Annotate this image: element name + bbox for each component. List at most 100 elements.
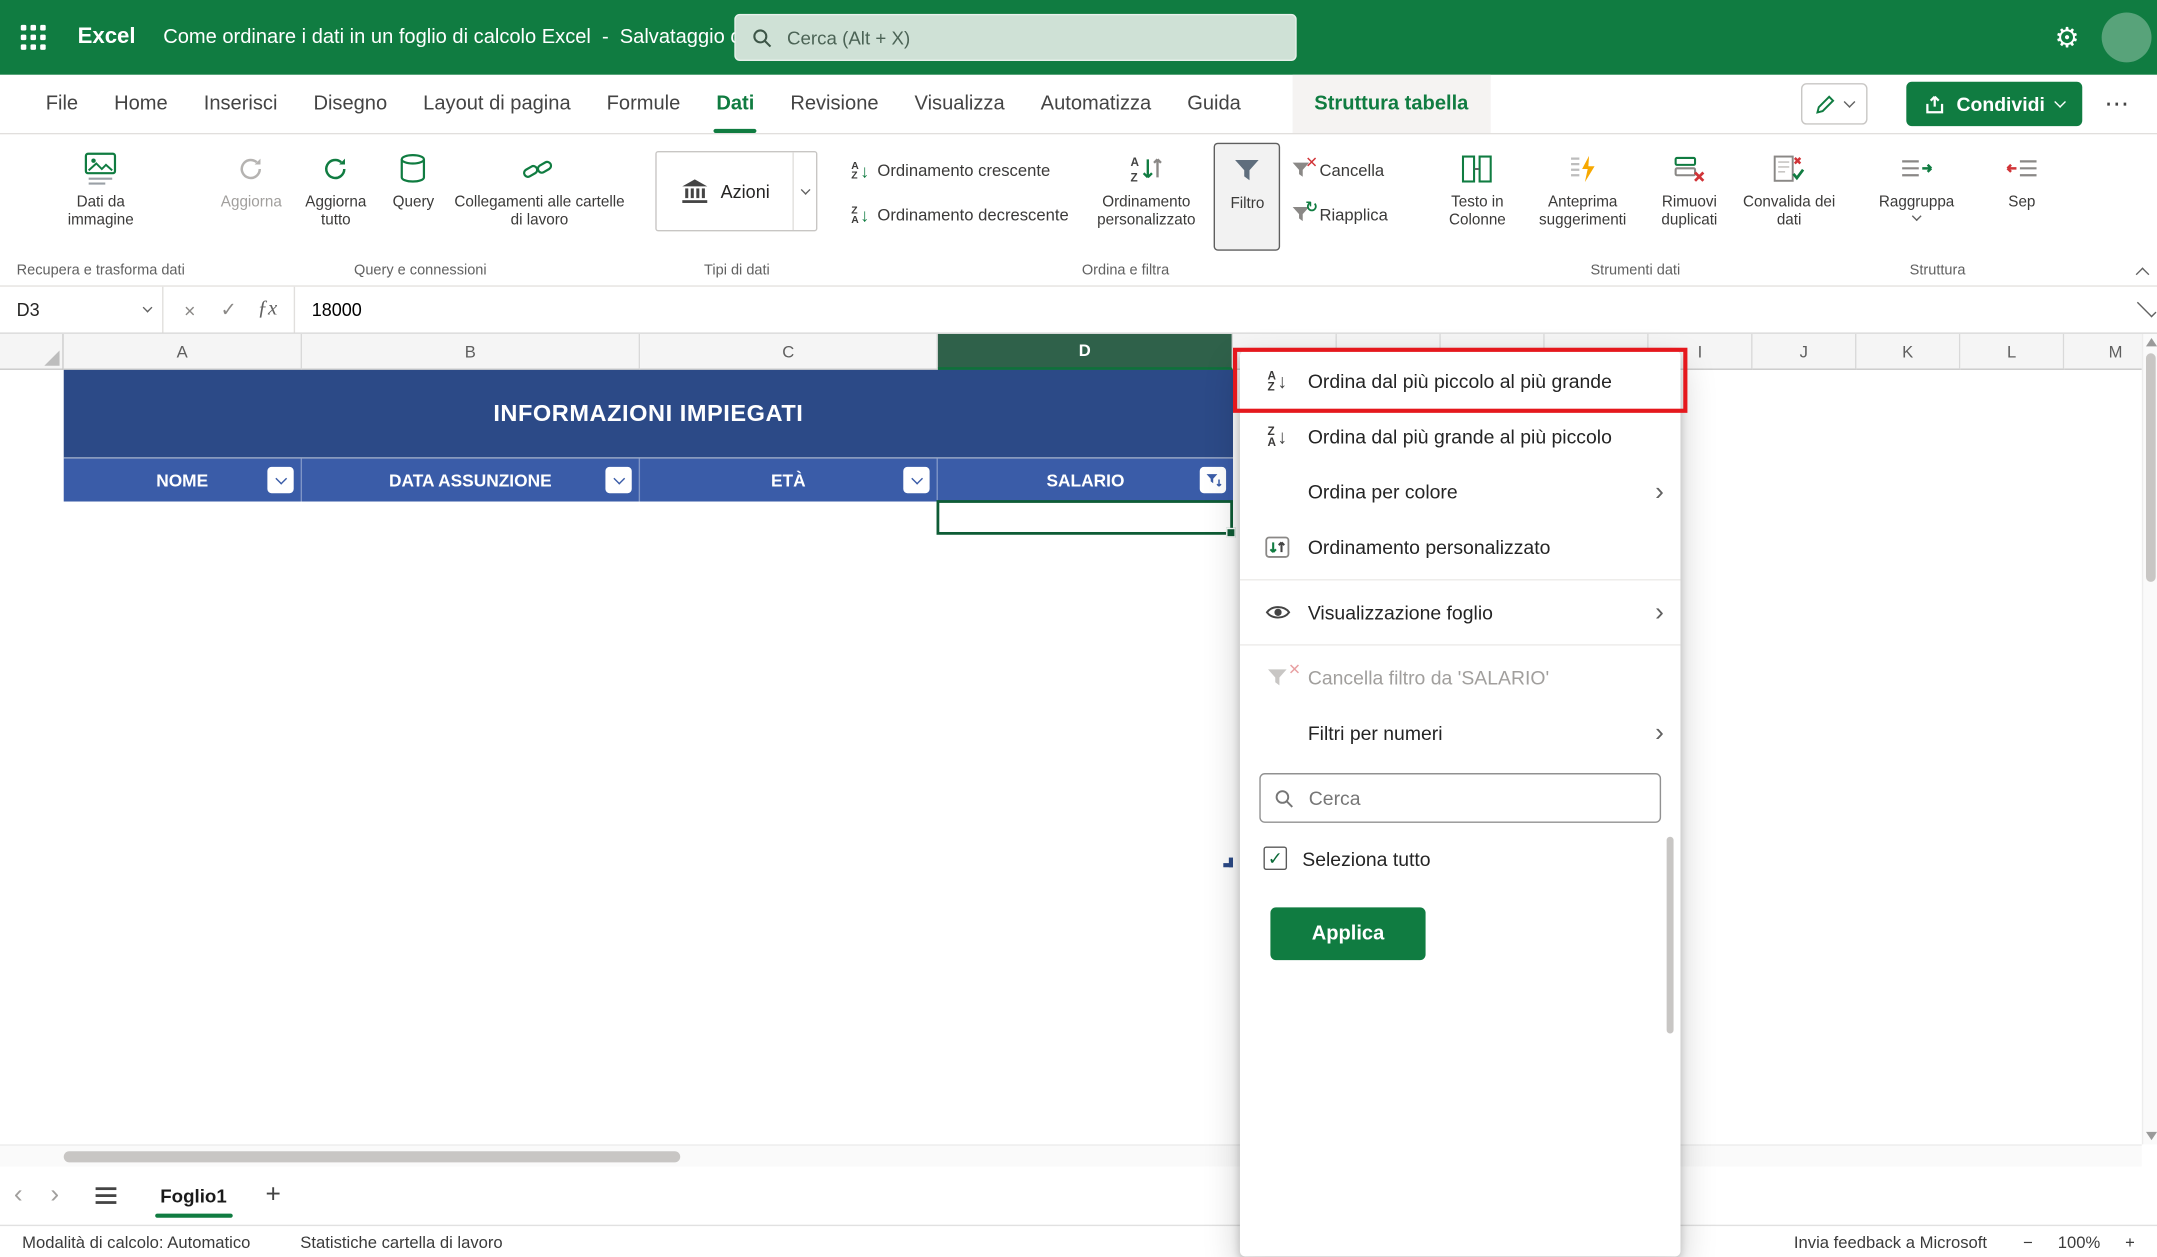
reapply-filter-icon: ↻ [1292,205,1311,224]
employee-table: INFORMAZIONI IMPIEGATI NOME DATA ASSUNZI… [64,370,1233,502]
menu-custom-sort[interactable]: Ordinamento personalizzato [1240,520,1681,575]
column-header-J[interactable]: J [1753,334,1857,370]
filter-dropdown-salario-active[interactable] [1200,467,1226,493]
menu-number-filters[interactable]: Filtri per numeri › [1240,705,1681,760]
azioni-dropdown[interactable] [793,152,817,230]
azioni-button[interactable]: Azioni [657,152,793,230]
zoom-out-button[interactable]: − [2023,1232,2033,1251]
calc-mode-status[interactable]: Modalità di calcolo: Automatico [22,1232,250,1251]
column-header-M[interactable]: M [2064,334,2142,370]
ribbon-dati: Dati da immagine Recupera e trasforma da… [0,134,2157,286]
filter-search-input[interactable] [1306,786,1646,811]
next-sheet-arrow[interactable]: › [36,1180,72,1210]
add-sheet-button[interactable]: + [246,1180,300,1210]
convalida-dati-button[interactable]: Convalida dei dati [1741,143,1838,251]
sheet-tab-foglio1[interactable]: Foglio1 [141,1167,246,1225]
tab-layout-di-pagina[interactable]: Layout di pagina [405,75,588,133]
tab-dati[interactable]: Dati [698,75,772,133]
table-header-salario[interactable]: SALARIO [938,459,1233,502]
share-button[interactable]: Condividi [1907,82,2083,126]
column-header-C[interactable]: C [640,334,938,370]
separa-button-clipped[interactable]: Sep [1973,143,2070,251]
tab-automatizza[interactable]: Automatizza [1023,75,1170,133]
tab-disegno[interactable]: Disegno [295,75,405,133]
scroll-up-arrow[interactable] [2146,338,2157,346]
ribbon-overflow-button[interactable]: ⋯ [2104,89,2132,118]
filter-dropdown-nome[interactable] [267,467,293,493]
riapplica-button[interactable]: ↻ Riapplica [1286,198,1405,231]
testo-in-colonne-button[interactable]: Testo in Colonne [1433,143,1522,251]
table-header-eta[interactable]: ETÀ [640,459,938,502]
all-sheets-menu-icon[interactable] [95,1187,116,1204]
vertical-scroll-thumb[interactable] [2146,353,2156,582]
tab-formule[interactable]: Formule [589,75,699,133]
checkbox-select-all[interactable]: ✓ Seleziona tutto [1240,834,1681,882]
table-resize-handle[interactable] [1223,858,1233,868]
anteprima-suggerimenti-button[interactable]: Anteprima suggerimenti [1527,143,1638,251]
rimuovi-duplicati-button[interactable]: Rimuovi duplicati [1644,143,1735,251]
menu-clear-filter[interactable]: ✕ Cancella filtro da 'SALARIO' [1240,650,1681,705]
filter-search-box[interactable] [1259,773,1661,823]
search-input[interactable] [784,26,1278,50]
cells-area[interactable]: INFORMAZIONI IMPIEGATI NOME DATA ASSUNZI… [64,370,2142,1144]
editing-mode-button[interactable] [1801,83,1867,125]
azioni-gallery: Azioni [656,151,818,231]
horizontal-scrollbar[interactable] [0,1144,2142,1166]
svg-text:A: A [1131,156,1140,169]
cancel-entry-icon[interactable]: × [172,299,208,321]
cancella-filtro-button[interactable]: ✕ Cancella [1286,154,1405,187]
collegamenti-cartelle-button[interactable]: Collegamenti alle cartelle di lavoro [451,143,628,251]
confirm-entry-icon[interactable]: ✓ [211,298,247,322]
filter-dropdown-eta[interactable] [903,467,929,493]
ordinamento-crescente-button[interactable]: AZ↓ Ordinamento crescente [846,154,1079,187]
app-launcher-waffle-icon[interactable] [0,0,66,75]
column-header-K[interactable]: K [1856,334,1960,370]
formula-input[interactable]: 18000 [295,299,2136,320]
apply-filter-button[interactable]: Applica [1270,907,1425,960]
table-header-data-assunzione[interactable]: DATA ASSUNZIONE [302,459,640,502]
menu-sheet-view[interactable]: Visualizzazione foglio › [1240,585,1681,640]
dati-da-immagine-button[interactable]: Dati da immagine [55,143,146,251]
zoom-in-button[interactable]: + [2125,1232,2135,1251]
scroll-down-arrow[interactable] [2146,1132,2157,1140]
column-header-B[interactable]: B [302,334,640,370]
name-box[interactable]: D3 [0,287,163,333]
aggiorna-button[interactable]: Aggiorna [213,143,291,251]
ordinamento-decrescente-button[interactable]: ZA↓ Ordinamento decrescente [846,198,1079,231]
filtro-button[interactable]: Filtro [1214,143,1280,251]
tab-visualizza[interactable]: Visualizza [897,75,1023,133]
menu-sort-ascending[interactable]: AZ↓ Ordina dal più piccolo al più grande [1240,353,1681,408]
tab-inserisci[interactable]: Inserisci [186,75,296,133]
ordinamento-personalizzato-button[interactable]: AZ Ordinamento personalizzato [1084,143,1209,251]
settings-gear-icon[interactable]: ⚙ [2055,0,2080,75]
feedback-link[interactable]: Invia feedback a Microsoft [1794,1232,1987,1251]
tab-home[interactable]: Home [96,75,186,133]
horizontal-scroll-thumb[interactable] [64,1151,681,1162]
vertical-scrollbar[interactable] [2142,334,2157,1144]
global-search[interactable] [734,14,1296,61]
menu-sort-by-color[interactable]: Ordina per colore › [1240,464,1681,519]
workbook-stats-status[interactable]: Statistiche cartella di lavoro [300,1232,502,1251]
select-all-corner[interactable] [0,334,64,370]
prev-sheet-arrow[interactable]: ‹ [0,1180,36,1210]
filter-dropdown-data-assunzione[interactable] [605,467,631,493]
table-title[interactable]: INFORMAZIONI IMPIEGATI [64,370,1233,459]
column-header-D[interactable]: D [938,334,1233,370]
column-header-A[interactable]: A [64,334,302,370]
table-header-nome[interactable]: NOME [64,459,302,502]
user-avatar[interactable] [2102,12,2152,62]
menu-sort-descending[interactable]: ZA↓ Ordina dal più grande al più piccolo [1240,409,1681,464]
insert-function-icon[interactable]: ƒx [249,298,285,322]
tab-struttura-tabella[interactable]: Struttura tabella [1292,75,1490,133]
zoom-level[interactable]: 100% [2058,1232,2101,1251]
expand-formula-bar-icon[interactable] [2137,298,2157,318]
submenu-arrow-icon: › [1655,599,1664,625]
tab-file[interactable]: File [28,75,96,133]
filter-list-scroll-thumb[interactable] [1667,837,1674,1034]
query-button[interactable]: Query [382,143,446,251]
raggruppa-button[interactable]: Raggruppa [1865,143,1968,251]
tab-guida[interactable]: Guida [1169,75,1259,133]
aggiorna-tutto-button[interactable]: Aggiorna tutto [296,143,376,251]
column-header-L[interactable]: L [1960,334,2064,370]
tab-revisione[interactable]: Revisione [772,75,896,133]
